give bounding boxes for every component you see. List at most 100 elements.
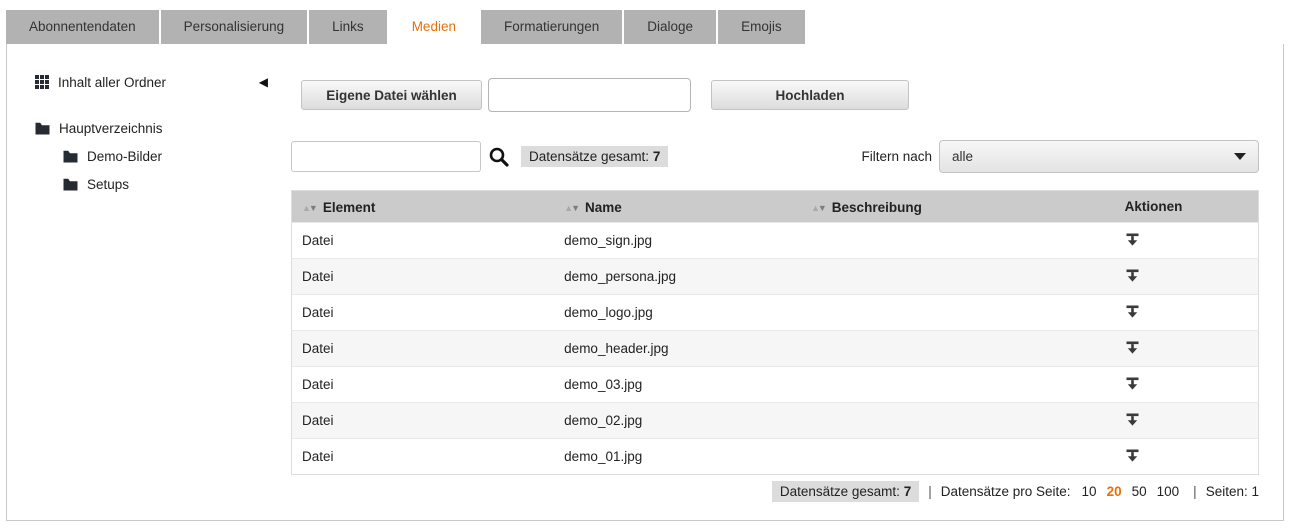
cell-name: demo_persona.jpg <box>554 259 801 295</box>
grid-icon <box>35 75 49 89</box>
pages-value: 1 <box>1251 484 1259 499</box>
filter-by-label: Filtern nach <box>861 149 932 164</box>
tab-links[interactable]: Links <box>309 10 387 44</box>
sort-desc-icon[interactable]: ▼ <box>818 203 825 213</box>
tab-formatierungen[interactable]: Formatierungen <box>481 10 622 44</box>
chevron-down-icon <box>1234 153 1246 160</box>
per-page-option-10[interactable]: 10 <box>1082 484 1097 499</box>
records-total-badge: Datensätze gesamt: 7 <box>521 146 668 167</box>
sort-icons[interactable]: ▲▼ <box>302 199 316 214</box>
tab-medien[interactable]: Medien <box>389 10 479 58</box>
column-header-beschreibung[interactable]: ▲▼ Beschreibung <box>801 191 1115 223</box>
folder-icon <box>35 122 50 135</box>
sidebar-folder-setups[interactable]: Setups <box>63 176 290 192</box>
sidebar-root-item[interactable]: Inhalt aller Ordner ◀ <box>35 74 268 90</box>
cell-actions <box>1115 367 1259 403</box>
cell-name: demo_02.jpg <box>554 403 801 439</box>
download-icon[interactable] <box>1125 376 1140 391</box>
cell-element: Datei <box>292 367 555 403</box>
cell-element: Datei <box>292 331 555 367</box>
folder-sidebar: Inhalt aller Ordner ◀ Hauptverzeichnis D… <box>7 44 290 192</box>
tab-abonnentendaten[interactable]: Abonnentendaten <box>6 10 159 44</box>
tab-personalisierung[interactable]: Personalisierung <box>161 10 308 44</box>
sort-icons[interactable]: ▲▼ <box>811 199 825 214</box>
tab-emojis[interactable]: Emojis <box>718 10 805 44</box>
filter-dropdown-value: alle <box>952 149 973 164</box>
pages-label: Seiten: <box>1206 484 1248 499</box>
upload-button[interactable]: Hochladen <box>711 80 909 110</box>
cell-description <box>801 367 1115 403</box>
cell-element: Datei <box>292 223 555 259</box>
download-icon[interactable] <box>1125 232 1140 247</box>
cell-description <box>801 223 1115 259</box>
folder-label: Hauptverzeichnis <box>59 121 163 136</box>
sort-asc-icon[interactable]: ▲ <box>811 203 818 213</box>
sort-asc-icon[interactable]: ▲ <box>302 203 309 213</box>
cell-actions <box>1115 439 1259 475</box>
sidebar-folder-demo-bilder[interactable]: Demo-Bilder <box>63 148 290 164</box>
table-row: Dateidemo_persona.jpg <box>292 259 1259 295</box>
per-page-label: Datensätze pro Seite: <box>941 484 1071 499</box>
column-header-element[interactable]: ▲▼ Element <box>292 191 555 223</box>
folder-tree: Hauptverzeichnis Demo-Bilder Setups <box>35 120 290 192</box>
cell-element: Datei <box>292 259 555 295</box>
pages-indicator: Seiten: 1 <box>1206 484 1259 499</box>
download-icon[interactable] <box>1125 412 1140 427</box>
cell-element: Datei <box>292 403 555 439</box>
sidebar-collapse-icon[interactable]: ◀ <box>259 76 268 88</box>
sort-icons[interactable]: ▲▼ <box>564 199 578 214</box>
search-icon[interactable] <box>488 146 510 168</box>
table-row: Dateidemo_02.jpg <box>292 403 1259 439</box>
main-content: Eigene Datei wählen Hochladen Datensätze… <box>291 44 1259 521</box>
column-label: Name <box>585 200 622 215</box>
records-total-value: 7 <box>653 149 661 164</box>
download-icon[interactable] <box>1125 304 1140 319</box>
table-row: Dateidemo_header.jpg <box>292 331 1259 367</box>
column-label: Beschreibung <box>832 200 922 215</box>
column-label: Aktionen <box>1125 199 1183 214</box>
choose-file-button[interactable]: Eigene Datei wählen <box>301 80 482 110</box>
table-row: Dateidemo_sign.jpg <box>292 223 1259 259</box>
cell-actions <box>1115 295 1259 331</box>
sidebar-folder-hauptverzeichnis[interactable]: Hauptverzeichnis <box>35 120 290 136</box>
cell-description <box>801 259 1115 295</box>
sidebar-root-label: Inhalt aller Ordner <box>58 75 166 90</box>
tab-bar: AbonnentendatenPersonalisierungLinksMedi… <box>6 10 805 58</box>
table-row: Dateidemo_logo.jpg <box>292 295 1259 331</box>
folder-label: Demo-Bilder <box>87 149 162 164</box>
cell-name: demo_header.jpg <box>554 331 801 367</box>
cell-actions <box>1115 403 1259 439</box>
cell-actions <box>1115 259 1259 295</box>
tab-dialoge[interactable]: Dialoge <box>624 10 716 44</box>
footer-records-badge: Datensätze gesamt: 7 <box>772 481 919 502</box>
per-page-option-20[interactable]: 20 <box>1107 484 1122 499</box>
download-icon[interactable] <box>1125 340 1140 355</box>
cell-element: Datei <box>292 295 555 331</box>
cell-name: demo_logo.jpg <box>554 295 801 331</box>
column-header-name[interactable]: ▲▼ Name <box>554 191 801 223</box>
filename-field[interactable] <box>488 78 691 112</box>
search-input[interactable] <box>291 141 481 172</box>
table-row: Dateidemo_03.jpg <box>292 367 1259 403</box>
download-icon[interactable] <box>1125 448 1140 463</box>
footer-separator: | <box>1193 484 1197 499</box>
filter-dropdown[interactable]: alle <box>939 140 1259 173</box>
per-page-option-50[interactable]: 50 <box>1132 484 1147 499</box>
cell-description <box>801 331 1115 367</box>
download-icon[interactable] <box>1125 268 1140 283</box>
cell-element: Datei <box>292 439 555 475</box>
cell-actions <box>1115 331 1259 367</box>
media-table: ▲▼Element▲▼Name▲▼BeschreibungAktionen Da… <box>291 190 1259 475</box>
column-label: Element <box>323 200 376 215</box>
table-header-row: ▲▼Element▲▼Name▲▼BeschreibungAktionen <box>292 191 1259 223</box>
sort-desc-icon[interactable]: ▼ <box>309 203 316 213</box>
cell-description <box>801 403 1115 439</box>
per-page-option-100[interactable]: 100 <box>1157 484 1180 499</box>
footer-records-label: Datensätze gesamt: <box>780 484 900 499</box>
column-header-aktionen: Aktionen <box>1115 191 1259 223</box>
records-total-label: Datensätze gesamt: <box>529 149 649 164</box>
footer-records-value: 7 <box>904 484 912 499</box>
sort-desc-icon[interactable]: ▼ <box>571 203 578 213</box>
upload-row: Eigene Datei wählen Hochladen <box>301 78 909 112</box>
cell-actions <box>1115 223 1259 259</box>
